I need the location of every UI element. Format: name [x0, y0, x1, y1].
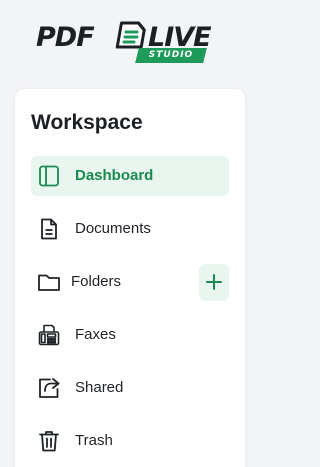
nav-item-faxes[interactable]: Faxes	[31, 315, 229, 355]
add-folder-button[interactable]	[199, 264, 229, 301]
nav-item-label: Folders	[71, 273, 122, 290]
logo-tagline-badge: STUDIO	[135, 48, 207, 63]
plus-icon	[206, 274, 222, 290]
nav-item-documents[interactable]: Documents	[31, 209, 229, 249]
logo-tagline: STUDIO	[148, 50, 194, 60]
folder-icon	[38, 274, 60, 291]
logo-word-pdf: PDF	[36, 22, 95, 53]
workspace-panel: Workspace Dashboard Documents Folders Fa…	[15, 89, 245, 467]
share-icon	[39, 378, 60, 398]
nav-item-trash[interactable]: Trash	[31, 421, 229, 461]
trash-icon	[39, 431, 59, 452]
nav-item-label: Dashboard	[75, 167, 154, 184]
nav-item-shared[interactable]: Shared	[31, 368, 229, 408]
nav-item-label: Shared	[75, 379, 124, 396]
sidebar-panel-icon	[39, 165, 59, 187]
nav-item-label: Trash	[75, 432, 113, 449]
nav-item-label: Faxes	[75, 326, 116, 343]
brand-logo[interactable]: PDF LIVE STUDIO	[36, 18, 212, 66]
document-icon	[41, 218, 57, 240]
nav-item-dashboard[interactable]: Dashboard	[31, 156, 229, 196]
fax-icon	[38, 324, 60, 346]
nav-item-label: Documents	[75, 220, 151, 237]
workspace-title: Workspace	[31, 111, 143, 134]
nav-item-folders[interactable]: Folders	[31, 262, 191, 302]
